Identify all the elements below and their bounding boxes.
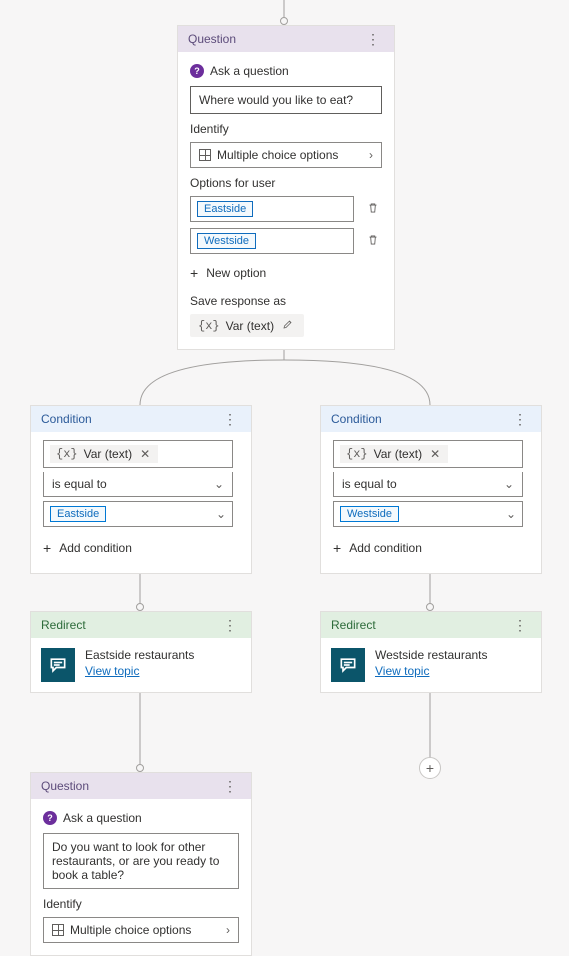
ask-question-label: Ask a question [63, 811, 142, 825]
question-node-1: Question ⋮ ? Ask a question Identify Mul… [177, 25, 395, 350]
identify-dropdown[interactable]: Multiple choice options › [43, 917, 239, 943]
pencil-icon [282, 318, 294, 330]
chevron-right-icon: › [226, 923, 230, 937]
node-menu-button[interactable]: ⋮ [219, 619, 241, 631]
ask-question-label: Ask a question [210, 64, 289, 78]
node-title: Redirect [331, 618, 376, 632]
add-condition-button[interactable]: + Add condition [43, 535, 132, 561]
condition-header: Condition ⋮ [31, 406, 251, 432]
redirect-header: Redirect ⋮ [31, 612, 251, 638]
value-chip: Westside [340, 506, 399, 522]
variable-icon: {x} [346, 447, 368, 461]
identify-label: Identify [43, 897, 239, 911]
redirect-title: Westside restaurants [375, 648, 488, 662]
chat-icon [48, 655, 68, 675]
operator-dropdown[interactable]: is equal to ⌄ [43, 472, 233, 497]
node-title: Question [41, 779, 89, 793]
condition-header: Condition ⋮ [321, 406, 541, 432]
option-chip: Eastside [197, 201, 253, 217]
node-title: Condition [41, 412, 92, 426]
connector-dot [280, 17, 288, 25]
variable-name: Var (text) [374, 447, 422, 461]
variable-selector[interactable]: {x} Var (text) ✕ [43, 440, 233, 468]
option-input-2[interactable]: Westside [190, 228, 354, 254]
topic-icon [41, 648, 75, 682]
identify-value: Multiple choice options [70, 923, 191, 937]
option-input-1[interactable]: Eastside [190, 196, 354, 222]
node-menu-button[interactable]: ⋮ [509, 619, 531, 631]
value-chip: Eastside [50, 506, 106, 522]
trash-icon [366, 201, 380, 215]
new-option-button[interactable]: + New option [190, 260, 266, 286]
view-topic-link[interactable]: View topic [85, 664, 139, 678]
multichoice-icon [52, 924, 64, 936]
operator-value: is equal to [52, 477, 107, 491]
add-condition-label: Add condition [349, 541, 422, 555]
add-node-button[interactable]: + [419, 757, 441, 779]
variable-icon: {x} [56, 447, 78, 461]
node-menu-button[interactable]: ⋮ [509, 413, 531, 425]
redirect-node-right: Redirect ⋮ Westside restaurants View top… [320, 611, 542, 693]
node-title: Redirect [41, 618, 86, 632]
question-node-2: Question ⋮ ? Ask a question Do you want … [30, 772, 252, 956]
chevron-down-icon: ⌄ [216, 507, 226, 521]
node-title: Condition [331, 412, 382, 426]
value-dropdown[interactable]: Eastside ⌄ [43, 501, 233, 527]
options-label: Options for user [190, 176, 382, 190]
connector-dot [136, 764, 144, 772]
identify-value: Multiple choice options [217, 148, 338, 162]
question-prompt-text: Do you want to look for other restaurant… [52, 840, 219, 882]
variable-selector[interactable]: {x} Var (text) ✕ [333, 440, 523, 468]
redirect-node-left: Redirect ⋮ Eastside restaurants View top… [30, 611, 252, 693]
variable-name: Var (text) [84, 447, 132, 461]
clear-variable-button[interactable]: ✕ [138, 447, 152, 461]
plus-icon: + [426, 762, 434, 774]
option-chip: Westside [197, 233, 256, 249]
connector-dot [136, 603, 144, 611]
condition-node-left: Condition ⋮ {x} Var (text) ✕ is equal to… [30, 405, 252, 574]
view-topic-link[interactable]: View topic [375, 664, 429, 678]
new-option-label: New option [206, 266, 266, 280]
save-response-label: Save response as [190, 294, 382, 308]
operator-dropdown[interactable]: is equal to ⌄ [333, 472, 523, 497]
plus-icon: + [43, 542, 51, 554]
chevron-down-icon: ⌄ [504, 477, 514, 491]
plus-icon: + [190, 267, 198, 279]
value-dropdown[interactable]: Westside ⌄ [333, 501, 523, 527]
trash-icon [366, 233, 380, 247]
multichoice-icon [199, 149, 211, 161]
variable-name: Var (text) [226, 319, 274, 333]
chat-icon [338, 655, 358, 675]
chevron-down-icon: ⌄ [506, 507, 516, 521]
delete-option-button[interactable] [364, 231, 382, 252]
edit-variable-button[interactable] [280, 318, 296, 333]
condition-node-right: Condition ⋮ {x} Var (text) ✕ is equal to… [320, 405, 542, 574]
operator-value: is equal to [342, 477, 397, 491]
chevron-right-icon: › [369, 148, 373, 162]
question-header: Question ⋮ [31, 773, 251, 799]
clear-variable-button[interactable]: ✕ [428, 447, 442, 461]
chevron-down-icon: ⌄ [214, 477, 224, 491]
question-header: Question ⋮ [178, 26, 394, 52]
question-icon: ? [190, 64, 204, 78]
identify-label: Identify [190, 122, 382, 136]
node-menu-button[interactable]: ⋮ [219, 413, 241, 425]
node-menu-button[interactable]: ⋮ [362, 33, 384, 45]
node-title: Question [188, 32, 236, 46]
connector-dot [426, 603, 434, 611]
question-icon: ? [43, 811, 57, 825]
variable-icon: {x} [198, 319, 220, 333]
question-prompt-input[interactable] [190, 86, 382, 114]
redirect-title: Eastside restaurants [85, 648, 194, 662]
variable-chip[interactable]: {x} Var (text) [190, 314, 304, 337]
question-prompt-input[interactable]: Do you want to look for other restaurant… [43, 833, 239, 889]
topic-icon [331, 648, 365, 682]
add-condition-button[interactable]: + Add condition [333, 535, 422, 561]
node-menu-button[interactable]: ⋮ [219, 780, 241, 792]
add-condition-label: Add condition [59, 541, 132, 555]
identify-dropdown[interactable]: Multiple choice options › [190, 142, 382, 168]
delete-option-button[interactable] [364, 199, 382, 220]
plus-icon: + [333, 542, 341, 554]
redirect-header: Redirect ⋮ [321, 612, 541, 638]
